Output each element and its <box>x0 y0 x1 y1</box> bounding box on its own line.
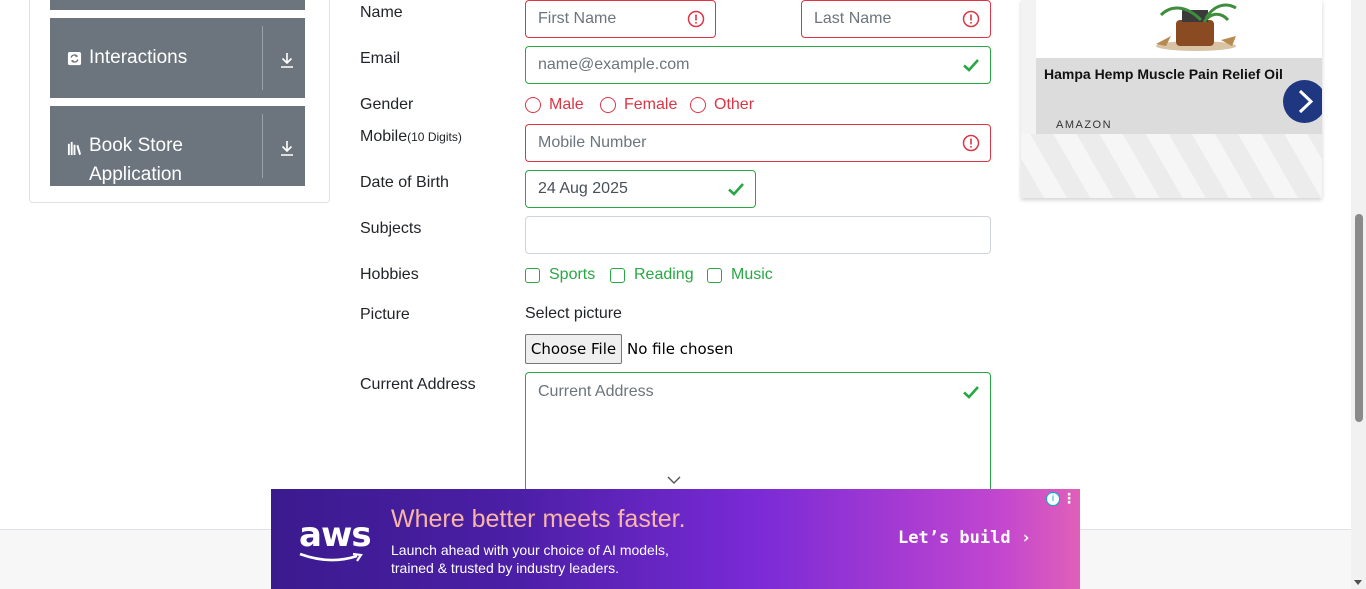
sidebar-group-interactions[interactable]: Interactions <box>50 18 305 98</box>
first-name-input[interactable]: First Name <box>525 0 716 38</box>
subjects-input[interactable] <box>525 216 991 254</box>
hobby-checkbox-reading[interactable]: Reading <box>610 266 694 284</box>
sidebar-group-label: Interactions <box>89 47 188 68</box>
download-icon[interactable] <box>278 51 296 69</box>
ad-brand: AMAZON <box>1056 119 1113 131</box>
books-icon <box>67 141 82 156</box>
ad-subtext-line1: Launch ahead with your choice of AI mode… <box>391 542 669 558</box>
sidebar-group-label: Book Store <box>89 135 183 156</box>
gender-radio-female[interactable]: Female <box>600 96 677 114</box>
gender-radio-other[interactable]: Other <box>690 96 754 114</box>
choose-file-button[interactable]: Choose File <box>525 334 622 364</box>
email-placeholder: name@example.com <box>538 56 690 73</box>
sidebar-group-top[interactable] <box>50 0 305 10</box>
name-label: Name <box>360 4 403 21</box>
gender-label: Gender <box>360 96 414 113</box>
radio-label: Male <box>549 96 584 113</box>
ad-more-icon[interactable]: ⋮ <box>1062 490 1076 507</box>
mobile-input[interactable]: Mobile Number <box>525 124 991 162</box>
ad-banner-bottom[interactable]: aws Where better meets faster. Launch ah… <box>271 489 1080 589</box>
last-name-placeholder: Last Name <box>814 10 892 27</box>
refresh-icon <box>67 51 82 66</box>
download-icon[interactable] <box>278 139 296 157</box>
mobile-placeholder: Mobile Number <box>538 134 647 151</box>
address-placeholder: Current Address <box>538 383 654 400</box>
subjects-label: Subjects <box>360 220 422 237</box>
ad-info-icon[interactable]: i <box>1046 492 1060 506</box>
radio-label: Other <box>714 96 755 113</box>
select-picture-label: Select picture <box>525 305 622 322</box>
ad-right[interactable]: Hampa Hemp Muscle Pain Relief Oil AMAZON <box>1021 0 1322 198</box>
address-label: Current Address <box>360 376 476 393</box>
mobile-label-text: Mobile <box>360 128 408 145</box>
chevron-right-icon <box>1298 89 1314 114</box>
checkbox-box[interactable] <box>707 267 722 283</box>
checkbox-box[interactable] <box>525 267 540 283</box>
checkbox-label: Sports <box>549 266 596 283</box>
hobby-checkbox-sports[interactable]: Sports <box>525 266 595 284</box>
mobile-label: Mobile(10 Digits) <box>360 128 462 146</box>
checkbox-label: Music <box>731 266 773 283</box>
checkbox-box[interactable] <box>610 267 625 283</box>
radio-circle[interactable] <box>600 97 616 113</box>
error-icon <box>687 10 705 28</box>
sidebar-group-book-store[interactable]: Book Store Application <box>50 106 305 186</box>
first-name-placeholder: First Name <box>538 10 617 27</box>
ad-background-pattern <box>1021 134 1322 198</box>
email-label: Email <box>360 50 401 67</box>
dob-label: Date of Birth <box>360 174 449 191</box>
last-name-input[interactable]: Last Name <box>801 0 991 38</box>
divider <box>262 114 263 178</box>
ad-next-button[interactable] <box>1283 80 1322 123</box>
error-icon <box>962 10 980 28</box>
aws-logo: aws <box>299 515 372 555</box>
radio-circle[interactable] <box>525 97 541 113</box>
check-icon <box>963 59 979 72</box>
gender-radio-male[interactable]: Male <box>525 96 584 114</box>
check-icon <box>963 386 979 399</box>
divider <box>262 26 263 90</box>
product-image <box>1036 0 1322 58</box>
page-scrollbar[interactable] <box>1351 0 1366 589</box>
chevron-down-icon[interactable] <box>667 476 681 485</box>
product-bottle-image <box>1156 3 1237 51</box>
check-icon <box>728 183 744 196</box>
sidebar-group-label-line2: Application <box>89 164 182 185</box>
dob-input[interactable]: 24 Aug 2025 <box>525 170 756 208</box>
checkbox-label: Reading <box>634 266 694 283</box>
ad-cta[interactable]: Let’s build › <box>898 528 1031 548</box>
scroll-down-arrow-icon[interactable] <box>1354 580 1362 585</box>
radio-label: Female <box>624 96 678 113</box>
hobby-checkbox-music[interactable]: Music <box>707 266 773 284</box>
error-icon <box>962 134 980 152</box>
file-status: No file chosen <box>627 340 734 358</box>
hobbies-label: Hobbies <box>360 266 419 283</box>
radio-circle[interactable] <box>690 97 706 113</box>
dob-value: 24 Aug 2025 <box>538 180 628 197</box>
mobile-hint: (10 Digits) <box>407 130 462 144</box>
ad-title[interactable]: Hampa Hemp Muscle Pain Relief Oil <box>1044 66 1283 82</box>
aws-smile-icon <box>299 552 363 562</box>
ad-subtext-line2: trained & trusted by industry leaders. <box>391 560 620 576</box>
scrollbar-thumb[interactable] <box>1355 214 1363 422</box>
current-address-textarea[interactable]: Current Address <box>525 372 991 497</box>
ad-headline: Where better meets faster. <box>391 505 686 533</box>
email-input[interactable]: name@example.com <box>525 46 991 84</box>
picture-label: Picture <box>360 306 410 323</box>
